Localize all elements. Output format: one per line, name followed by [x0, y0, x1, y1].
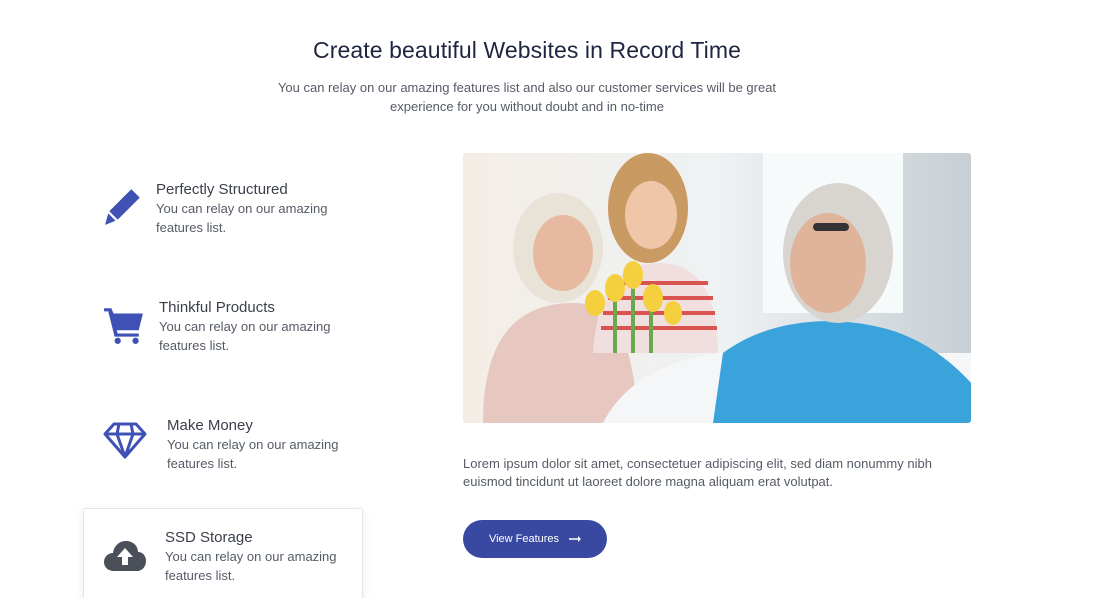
feature-title: Perfectly Structured: [156, 181, 288, 198]
feature-title: Make Money: [167, 417, 253, 434]
view-features-label: View Features: [488, 533, 560, 545]
family-visit-illustration: [463, 153, 971, 423]
feature-description: You can relay on our amazing features li…: [165, 549, 337, 583]
feature-title: SSD Storage: [165, 529, 253, 546]
page-subtitle: You can relay on our amazing features li…: [277, 80, 777, 114]
feature-description: You can relay on our amazing features li…: [167, 437, 339, 471]
feature-make-money[interactable]: Make Money You can relay on our amazing …: [83, 396, 363, 488]
feature-description: You can relay on our amazing features li…: [156, 201, 328, 235]
description-text: Lorem ipsum dolor sit amet, consectetuer…: [463, 456, 932, 489]
feature-thinkful-products[interactable]: Thinkful Products You can relay on our a…: [83, 278, 363, 370]
shopping-cart-icon: [104, 308, 143, 344]
feature-ssd-storage[interactable]: SSD Storage You can relay on our amazing…: [83, 508, 363, 598]
pencil-icon: [105, 189, 140, 225]
page-title: Create beautiful Websites in Record Time: [313, 37, 741, 63]
arrow-right-icon: [569, 536, 582, 542]
view-features-button[interactable]: View Features: [463, 520, 607, 558]
feature-title: Thinkful Products: [159, 299, 275, 316]
cloud-upload-icon: [104, 541, 146, 571]
feature-description: You can relay on our amazing features li…: [159, 319, 331, 353]
feature-perfectly-structured[interactable]: Perfectly Structured You can relay on ou…: [83, 160, 363, 252]
hero-photo: [463, 153, 971, 423]
diamond-icon: [103, 422, 147, 459]
